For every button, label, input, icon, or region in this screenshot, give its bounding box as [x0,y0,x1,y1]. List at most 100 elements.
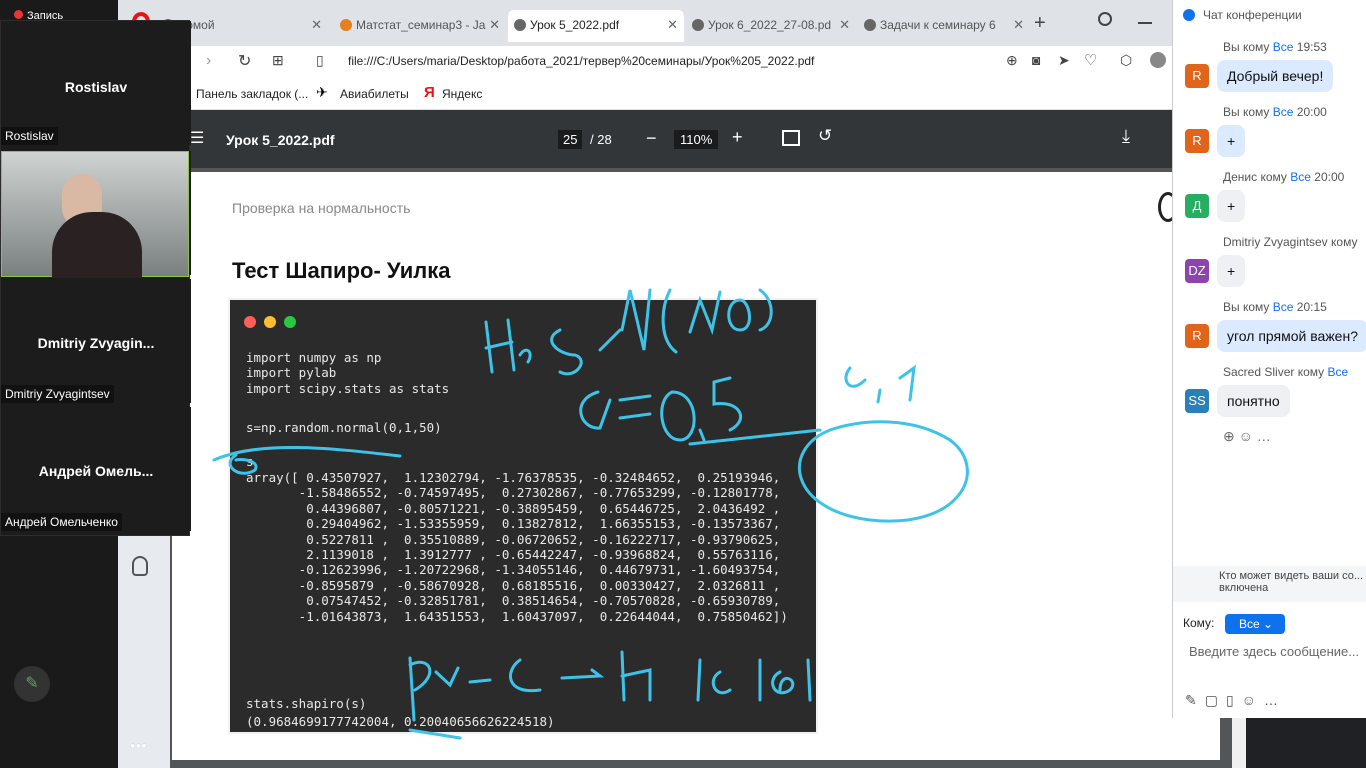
tab-matstat[interactable]: Матстат_семинар3 - Ja ✕ [334,10,506,42]
message-meta: Sacred Sliver кому Все [1223,365,1349,379]
close-tab-icon[interactable]: ✕ [667,17,678,33]
participant-tile[interactable]: Rostislav Rostislav [1,21,191,145]
reaction-icons[interactable]: ⊕ ☺ … [1223,428,1271,445]
tab-label: Урок 6_2022_27-08.pd [708,18,832,32]
message-time: 20:00 [1310,170,1345,184]
download-icon[interactable]: ⤓ [1122,126,1130,147]
page-total: / 28 [590,132,612,147]
zoom-in-icon[interactable]: + [732,127,743,148]
participant-label: Rostislav [1,127,58,145]
message-meta: Вы кому Все 20:00 [1223,105,1327,119]
message-recipient[interactable]: Все [1273,40,1294,54]
forward-icon[interactable]: › [206,52,211,70]
zoom-level[interactable]: 110% [674,130,719,149]
message-bubble[interactable]: + [1217,255,1246,287]
annotate-pen-button[interactable]: ✎ [14,666,50,702]
message-bubble[interactable]: угол прямой важен? [1217,320,1366,352]
message-input[interactable]: Введите здесь сообщение... [1189,644,1359,659]
code-array-output: array([ 0.43507927, 1.12302794, -1.76378… [246,470,788,624]
message-meta: Dmitriy Zvyagintsev кому [1223,235,1358,249]
tiles-icon[interactable]: ⊞ [272,52,284,69]
bookmark-panel[interactable]: Панель закладок (... [196,87,308,101]
message-meta: Вы кому Все 20:15 [1223,300,1327,314]
reload-icon[interactable]: ↻ [238,51,251,71]
message-bubble[interactable]: Добрый вечер! [1217,60,1334,92]
code-imports: import numpy as np import pylab import s… [246,350,450,396]
avatar[interactable]: R [1185,64,1209,88]
participant-tile[interactable]: Dmitriy Zvyagin... Dmitriy Zvyagintsev [1,279,191,403]
tab-icon [692,19,704,31]
minimize-button[interactable] [1138,22,1152,24]
tab-icon [340,19,352,31]
chat-toolbar-icons[interactable]: ✎▢▯☺… [1185,692,1286,709]
new-tab-button[interactable]: + [1034,12,1046,35]
zoom-icon[interactable]: ⊕ [1006,52,1018,69]
menu-icon[interactable]: ☰ [190,128,204,148]
participant-tile[interactable]: Андрей Омель... Андрей Омельченко [1,407,191,531]
recipient-label: Кому: [1183,616,1215,630]
close-tab-icon[interactable]: ✕ [839,17,850,33]
participant-panel: Rostislav Rostislav Dmitriy Zvyagin... D… [0,20,191,536]
tab-label: Задачи к семинару 6 [880,18,996,32]
box-icon[interactable]: ⬡ [1120,52,1132,69]
message-meta: Вы кому Все 19:53 [1223,40,1327,54]
avatar[interactable]: DZ [1185,259,1209,283]
zoom-out-icon[interactable]: − [646,128,657,149]
slide-title: Тест Шапиро- Уилка [232,258,451,283]
message-recipient[interactable]: Все [1273,300,1294,314]
bulb-icon[interactable] [132,556,148,576]
fit-page-icon[interactable] [782,130,800,146]
message-recipient[interactable]: Все [1273,105,1294,119]
avatar[interactable]: R [1185,324,1209,348]
search-icon[interactable] [1098,12,1112,26]
send-icon[interactable]: ➤ [1058,52,1070,69]
plane-icon: ✈ [316,84,328,100]
pdf-title: Урок 5_2022.pdf [226,132,335,148]
participant-video-tile[interactable] [1,151,191,278]
participant-name: Rostislav [64,79,128,95]
tab-urok5[interactable]: Урок 5_2022.pdf ✕ [508,10,684,42]
participant-video [1,151,189,278]
page-input[interactable]: 25 [558,130,583,149]
avatar[interactable]: Д [1185,194,1209,218]
message-bubble[interactable]: понятно [1217,385,1290,417]
rotate-icon[interactable]: ↺ [818,126,832,146]
close-tab-icon[interactable]: ✕ [1013,17,1024,33]
tab-label: Урок 5_2022.pdf [530,18,620,32]
code-screenshot: import numpy as np import pylab import s… [228,298,818,734]
participant-name: Андрей Омель... [38,463,154,479]
close-tab-icon[interactable]: ✕ [489,17,500,33]
code-result: (0.9684699177742004, 0.20040656626224518… [246,714,555,729]
yandex-icon: Я [424,84,435,101]
person-hair [52,212,142,278]
slide-subtitle: Проверка на нормальность [232,200,411,216]
message-recipient[interactable]: Все [1290,170,1311,184]
profile-icon[interactable] [1150,52,1166,68]
participant-name: Dmitriy Zvyagin... [37,335,155,351]
address-bar: › ↻ ⊞ ▯ file:///C:/Users/maria/Desktop/р… [170,46,1172,78]
more-options-icon[interactable]: ••• [130,738,147,756]
code-echo: s [246,454,254,469]
tab-icon [864,19,876,31]
chat-header: Чат конференции [1203,8,1302,22]
file-icon: ▯ [316,52,324,68]
url-field[interactable]: file:///C:/Users/maria/Desktop/работа_20… [348,54,814,68]
pdf-page: Проверка на нормальность Тест Шапиро- Уи… [172,172,1220,760]
pdf-toolbar: ☰ Урок 5_2022.pdf 25 / 28 − 110% + ↺ ⤓ [170,110,1172,168]
bookmark-yandex[interactable]: Яндекс [442,87,482,101]
message-recipient[interactable]: Все [1327,365,1348,379]
chat-panel: Чат конференции Вы кому Все 19:53 R Добрый… [1172,0,1366,718]
avatar[interactable]: R [1185,129,1209,153]
message-time: 20:15 [1293,300,1327,314]
recipient-dropdown[interactable]: Все ⌄ [1225,614,1285,634]
close-tab-icon[interactable]: ✕ [311,17,322,33]
tab-urok6[interactable]: Урок 6_2022_27-08.pd ✕ [686,10,856,42]
avatar[interactable]: SS [1185,389,1209,413]
heart-icon[interactable]: ♡ [1084,51,1097,69]
camera-icon[interactable]: ◙ [1032,52,1040,68]
recipient-value: Все [1239,617,1260,631]
message-bubble[interactable]: + [1217,125,1246,157]
tab-zadachi[interactable]: Задачи к семинару 6 ✕ [858,10,1030,42]
bookmark-aviabilety[interactable]: Авиабилеты [340,87,409,101]
message-bubble[interactable]: + [1217,190,1246,222]
